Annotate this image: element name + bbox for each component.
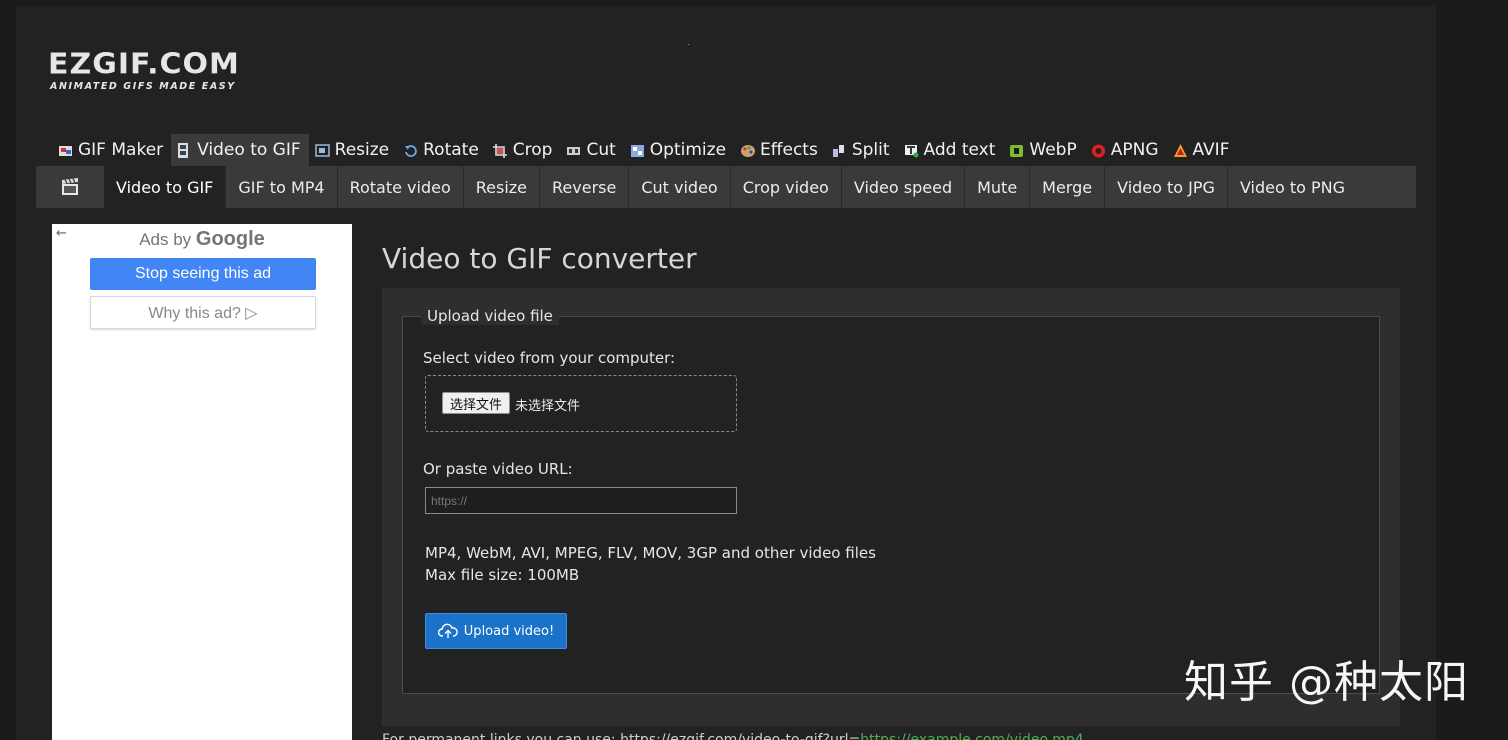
main-nav-avif[interactable]: AVIF [1167, 134, 1238, 166]
cut-icon [566, 143, 581, 157]
page-container: EZGIF.COM ANIMATED GIFS MADE EASY GIF Ma… [16, 6, 1436, 740]
main-nav-label: Split [851, 140, 890, 160]
google-label: Google [195, 228, 265, 250]
main-nav-label: GIF Maker [78, 140, 164, 160]
webp-icon [1009, 143, 1024, 157]
sub-nav-mute[interactable]: Mute [965, 166, 1031, 208]
choose-file-button[interactable]: 选择文件 [442, 392, 511, 414]
logo-wordmark: EZGIF.COM [48, 47, 240, 82]
formats-info: MP4, WebM, AVI, MPEG, FLV, MOV, 3GP and … [425, 544, 876, 562]
sub-nav-merge[interactable]: Merge [1030, 166, 1106, 208]
film-icon [177, 143, 192, 158]
why-this-ad-button[interactable]: Why this ad? ▷ [90, 296, 316, 329]
sub-nav-video-to-gif[interactable]: Video to GIF [104, 166, 227, 208]
main-nav-video-to-gif[interactable]: Video to GIF [171, 134, 309, 166]
ads-by-google: Ads by Google [52, 228, 352, 251]
upload-button-label: Upload video! [463, 623, 555, 639]
main-nav-label: Video to GIF [197, 140, 301, 160]
main-nav-cut[interactable]: Cut [560, 134, 623, 166]
video-url-input[interactable] [425, 487, 737, 514]
avif-icon [1173, 143, 1188, 157]
main-nav-crop[interactable]: Crop [487, 134, 561, 166]
sub-nav-gif-to-mp4[interactable]: GIF to MP4 [226, 166, 338, 208]
main-nav-label: Optimize [649, 140, 727, 160]
resize-icon [314, 143, 330, 157]
crop-icon [492, 143, 508, 158]
zhihu-watermark: 知乎 @种太阳 [1184, 657, 1469, 708]
sub-nav-video-speed[interactable]: Video speed [842, 166, 966, 208]
sub-nav-rotate-video[interactable]: Rotate video [338, 166, 464, 208]
main-nav-label: WebP [1029, 140, 1077, 160]
split-icon [832, 143, 847, 157]
url-label: Or paste video URL: [423, 460, 573, 478]
main-nav-add-text[interactable]: Add text [898, 134, 1004, 166]
sub-nav-cut-video[interactable]: Cut video [629, 166, 731, 208]
main-nav-split[interactable]: Split [826, 134, 898, 166]
permalink-info: For permanent links you can use: https:/… [382, 732, 1084, 740]
max-size-info: Max file size: 100MB [425, 566, 580, 584]
main-nav-rotate[interactable]: Rotate [397, 134, 487, 166]
cloud-upload-icon [437, 623, 458, 638]
stop-seeing-ad-button[interactable]: Stop seeing this ad [90, 258, 316, 290]
main-nav: GIF Maker Video to GIF Resize Rotate Crop Cut… [52, 134, 1237, 166]
select-file-label: Select video from your computer: [423, 349, 676, 367]
main-nav-label: AVIF [1192, 140, 1230, 160]
site-logo[interactable]: EZGIF.COM ANIMATED GIFS MADE EASY [48, 50, 240, 92]
no-file-chosen-text: 未选择文件 [515, 399, 581, 414]
sub-nav: Video to GIF GIF to MP4 Rotate video Resize… [36, 166, 1416, 208]
sub-nav-video-to-png[interactable]: Video to PNG [1228, 166, 1357, 208]
main-nav-apng[interactable]: APNG [1085, 134, 1167, 166]
add-text-icon [904, 143, 919, 158]
upload-legend: Upload video file [421, 307, 559, 325]
main-nav-webp[interactable]: WebP [1003, 134, 1084, 166]
logo-tagline: ANIMATED GIFS MADE EASY [50, 81, 236, 92]
gif-maker-icon [58, 143, 73, 157]
main-nav-label: Effects [760, 140, 818, 160]
upload-video-button[interactable]: Upload video! [425, 613, 567, 649]
main-nav-label: Add text [923, 140, 996, 160]
optimize-icon [630, 143, 645, 157]
sub-nav-resize[interactable]: Resize [464, 166, 541, 208]
decorative-dot [688, 44, 689, 45]
ad-panel: ← Ads by Google Stop seeing this ad Why … [52, 224, 352, 740]
page-title: Video to GIF converter [382, 242, 697, 275]
main-nav-label: Crop [512, 140, 553, 160]
main-nav-label: Resize [334, 140, 390, 160]
file-dropzone[interactable]: 选择文件 未选择文件 [425, 375, 737, 432]
main-nav-effects[interactable]: Effects [734, 134, 826, 166]
browser-viewport: EZGIF.COM ANIMATED GIFS MADE EASY GIF Ma… [0, 0, 1508, 740]
upload-fieldset: Upload video file Select video from your… [402, 307, 1380, 694]
ads-by-label: Ads by [139, 230, 192, 249]
main-nav-label: Cut [586, 140, 616, 160]
sub-nav-video-to-jpg[interactable]: Video to JPG [1105, 166, 1228, 208]
sub-nav-reverse[interactable]: Reverse [540, 166, 630, 208]
rotate-icon [403, 143, 418, 157]
film-clapper-icon [36, 166, 104, 208]
sub-nav-crop-video[interactable]: Crop video [731, 166, 842, 208]
permalink-text: For permanent links you can use: https:/… [382, 732, 861, 740]
permalink-example-link[interactable]: https://example.com/video.mp4 [860, 732, 1083, 740]
apng-icon [1091, 143, 1106, 158]
main-nav-label: Rotate [423, 140, 479, 160]
main-nav-label: APNG [1110, 140, 1159, 160]
main-nav-resize[interactable]: Resize [309, 134, 397, 166]
palette-icon [740, 143, 756, 157]
main-nav-optimize[interactable]: Optimize [624, 134, 734, 166]
main-nav-gif-maker[interactable]: GIF Maker [52, 134, 171, 166]
